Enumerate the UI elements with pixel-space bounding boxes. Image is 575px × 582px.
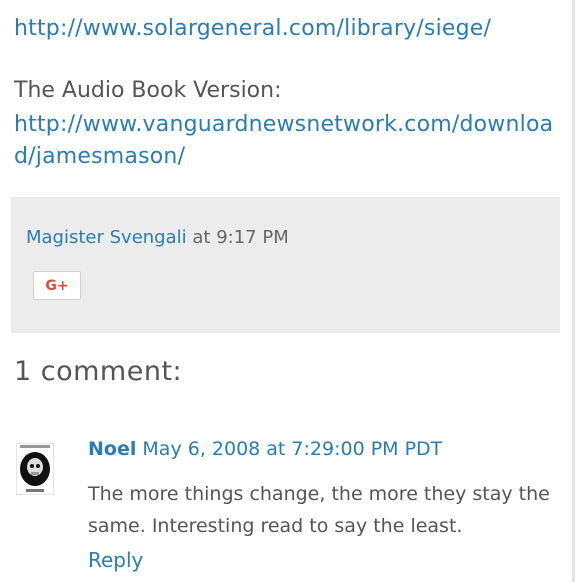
comments-heading: 1 comment: [14, 356, 183, 387]
comment-body: The more things change, the more they st… [88, 483, 550, 537]
audio-book-link[interactable]: http://www.vanguardnewsnetwork.com/downl… [14, 109, 559, 173]
audio-book-label: The Audio Book Version: [14, 78, 282, 103]
post-author-link[interactable]: Magister Svengali [26, 227, 187, 248]
post-footer: Magister Svengali at 9:17 PM G+ [11, 197, 560, 333]
google-plus-share-button[interactable]: G+ [33, 271, 81, 300]
post-timestamp-link[interactable]: 9:17 PM [216, 227, 289, 248]
post-byline: Magister Svengali at 9:17 PM [26, 227, 289, 248]
comment-avatar[interactable] [15, 442, 55, 496]
comment-header: Noel May 6, 2008 at 7:29:00 PM PDT [88, 438, 442, 460]
skull-avatar-icon [15, 442, 55, 496]
byline-at: at [192, 227, 211, 248]
siege-library-link[interactable]: http://www.solargeneral.com/library/sieg… [14, 16, 491, 41]
comment-author-link[interactable]: Noel [88, 438, 136, 460]
comment-date-link[interactable]: May 6, 2008 at 7:29:00 PM PDT [142, 438, 442, 460]
comment-reply-link[interactable]: Reply [88, 548, 143, 572]
